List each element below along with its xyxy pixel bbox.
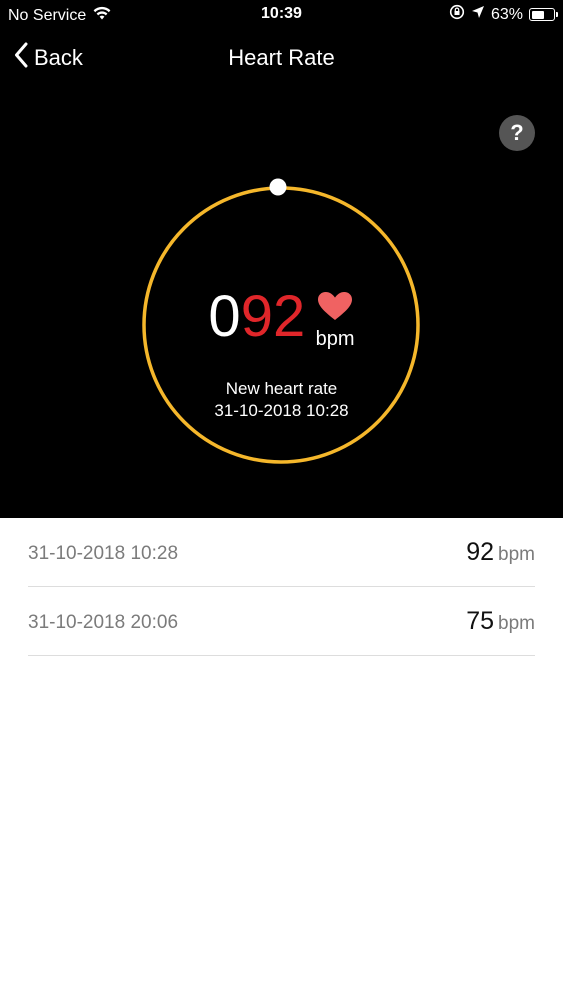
lock-rotation-icon: [449, 4, 465, 25]
status-right: 63%: [449, 4, 558, 25]
reading-digits: 092: [208, 283, 305, 350]
header-panel: No Service 10:39 63% Back Heart Rate ? 0…: [0, 0, 563, 518]
reading-value: 92: [240, 284, 306, 349]
history-date: 31-10-2018 10:28: [28, 543, 179, 564]
history-value-group: 75 bpm: [466, 607, 535, 636]
history-list: 31-10-2018 10:28 92 bpm 31-10-2018 20:06 …: [0, 518, 563, 656]
history-value: 75: [466, 607, 495, 635]
caption-title: New heart rate: [225, 379, 338, 398]
history-unit: bpm: [498, 544, 535, 565]
nav-bar: Back Heart Rate: [0, 30, 563, 86]
reading-unit: bpm: [315, 328, 355, 350]
history-value-group: 92 bpm: [466, 538, 535, 567]
caption-timestamp: 31-10-2018 10:28: [214, 401, 349, 420]
help-icon: ?: [510, 120, 524, 145]
battery-percent: 63%: [490, 5, 523, 23]
history-row[interactable]: 31-10-2018 10:28 92 bpm: [28, 518, 535, 587]
help-button[interactable]: ?: [499, 115, 535, 151]
location-icon: [471, 5, 485, 24]
history-date: 31-10-2018 20:06: [28, 612, 179, 633]
battery-level: [531, 10, 545, 19]
reading-caption: New heart rate 31-10-2018 10:28: [0, 378, 563, 422]
history-value: 92: [466, 538, 495, 566]
page-title: Heart Rate: [228, 45, 335, 70]
history-unit: bpm: [498, 613, 535, 634]
battery-icon: [529, 8, 558, 21]
ring-indicator-dot: [269, 178, 287, 196]
reading-leading-digit: 0: [208, 284, 241, 349]
status-bar: No Service 10:39 63%: [0, 0, 563, 30]
history-row[interactable]: 31-10-2018 20:06 75 bpm: [28, 587, 535, 656]
reading-unit-group: bpm: [316, 291, 355, 351]
heart-icon: [317, 292, 353, 325]
current-reading: 092 bpm: [0, 283, 563, 351]
